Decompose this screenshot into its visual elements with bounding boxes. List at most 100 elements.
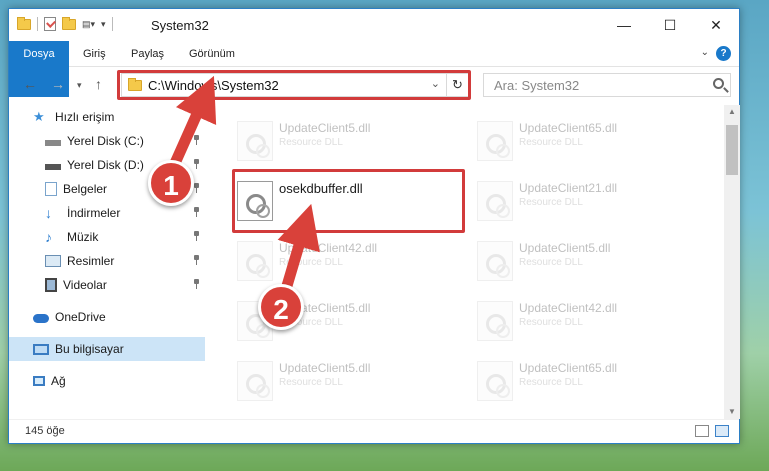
file-name: UpdateClient5.dll: [279, 361, 371, 375]
scroll-thumb[interactable]: [726, 125, 738, 175]
search-input[interactable]: Ara: System32: [483, 73, 731, 97]
address-highlight-box: [117, 70, 471, 100]
toolbar-divider: [111, 17, 113, 31]
navigation-pane: ★ Hızlı erişim Yerel Disk (C:) Yerel Dis…: [9, 105, 205, 415]
window-title: System32: [151, 18, 209, 33]
recent-locations-icon[interactable]: ▾: [77, 80, 82, 91]
file-name: UpdateClient5.dll: [519, 241, 611, 255]
pin-icon[interactable]: [193, 279, 201, 289]
pin-icon[interactable]: [193, 183, 201, 193]
scroll-up-icon[interactable]: ▲: [724, 105, 740, 119]
scroll-down-icon[interactable]: ▼: [724, 405, 740, 419]
sidebar-item-quick-access[interactable]: ★ Hızlı erişim: [9, 105, 205, 129]
status-bar: 145 öğe: [9, 419, 739, 443]
file-name: UpdateClient65.dll: [519, 361, 618, 375]
title-bar: ▤▾ ▾ System32 — ☐ ✕: [9, 9, 739, 41]
sidebar-item-music[interactable]: ♪ Müzik: [9, 225, 205, 249]
sidebar-item-this-pc[interactable]: Bu bilgisayar: [9, 337, 205, 361]
pin-icon[interactable]: [193, 207, 201, 217]
sidebar-item-label: İndirmeler: [67, 206, 121, 220]
explorer-window: ▤▾ ▾ System32 — ☐ ✕ Dosya Giriş Paylaş G…: [8, 8, 740, 444]
up-arrow-icon[interactable]: ↑: [95, 76, 102, 92]
close-button[interactable]: ✕: [693, 9, 739, 41]
documents-icon: [45, 182, 57, 196]
step-2-badge: 2: [258, 284, 304, 330]
cloud-icon: [33, 313, 49, 323]
sidebar-item-label: Hızlı erişim: [55, 110, 115, 124]
file-item[interactable]: UpdateClient42.dll Resource DLL: [475, 295, 705, 351]
tab-share[interactable]: Paylaş: [131, 41, 164, 67]
search-placeholder: Ara: System32: [494, 78, 580, 93]
quick-access-toolbar: ▤▾ ▾: [17, 16, 113, 31]
chevron-down-icon[interactable]: ▾: [101, 19, 106, 30]
sidebar-item-videos[interactable]: Videolar: [9, 273, 205, 297]
file-type: Resource DLL: [519, 257, 583, 268]
sidebar-item-pictures[interactable]: Resimler: [9, 249, 205, 273]
toolbar-divider: [37, 17, 38, 31]
pictures-icon: [45, 255, 61, 267]
download-icon: ↓: [45, 205, 52, 221]
folder-icon: [17, 16, 31, 30]
help-icon[interactable]: ?: [716, 46, 731, 61]
file-name: UpdateClient42.dll: [519, 301, 618, 315]
sidebar-item-label: Bu bilgisayar: [55, 342, 124, 356]
file-name: UpdateClient65.dll: [519, 121, 618, 135]
customize-toolbar-icon[interactable]: ▤▾: [82, 19, 95, 30]
file-item[interactable]: UpdateClient42.dll Resource DLL: [235, 235, 465, 291]
dll-file-icon: [237, 121, 273, 161]
search-icon: [713, 78, 724, 89]
file-item[interactable]: UpdateClient65.dll Resource DLL: [475, 355, 705, 411]
file-item[interactable]: UpdateClient65.dll Resource DLL: [475, 115, 705, 171]
dll-file-icon: [477, 241, 513, 281]
file-type: Resource DLL: [279, 377, 343, 388]
pin-icon[interactable]: [193, 255, 201, 265]
sidebar-item-local-disk-c[interactable]: Yerel Disk (C:): [9, 129, 205, 153]
file-type: Resource DLL: [519, 137, 583, 148]
minimize-button[interactable]: —: [601, 9, 647, 41]
video-icon: [45, 278, 57, 292]
file-item[interactable]: UpdateClient5.dll Resource DLL: [475, 235, 705, 291]
properties-icon[interactable]: [44, 17, 56, 31]
computer-icon: [33, 343, 49, 355]
new-folder-icon[interactable]: [62, 16, 76, 30]
network-icon: [33, 376, 45, 386]
star-icon: ★: [33, 109, 45, 124]
tab-home[interactable]: Giriş: [83, 41, 106, 67]
step-1-badge: 1: [148, 160, 194, 206]
file-list: UpdateClient5.dll Resource DLL UpdateCli…: [213, 105, 725, 415]
dll-file-icon: [237, 361, 273, 401]
maximize-button[interactable]: ☐: [647, 9, 693, 41]
sidebar-item-network[interactable]: Ağ: [9, 369, 205, 393]
details-view-icon[interactable]: [695, 425, 709, 437]
file-name: UpdateClient5.dll: [279, 121, 371, 135]
file-item[interactable]: UpdateClient5.dll Resource DLL: [235, 355, 465, 411]
file-type: Resource DLL: [519, 377, 583, 388]
back-arrow-icon[interactable]: ←: [23, 76, 37, 92]
drive-icon: [45, 164, 61, 170]
forward-arrow-icon[interactable]: →: [51, 76, 65, 92]
file-type: Resource DLL: [519, 197, 583, 208]
file-item[interactable]: UpdateClient5.dll Resource DLL: [235, 115, 465, 171]
file-highlight-box: [232, 169, 465, 233]
sidebar-item-label: Ağ: [51, 374, 66, 388]
pin-icon[interactable]: [193, 159, 201, 169]
expand-ribbon-icon[interactable]: ⌄: [701, 47, 709, 58]
dll-file-icon: [237, 241, 273, 281]
sidebar-item-label: Yerel Disk (C:): [67, 134, 144, 148]
drive-icon: [45, 140, 61, 146]
tab-view[interactable]: Görünüm: [189, 41, 235, 67]
item-count: 145 öğe: [25, 425, 65, 437]
sidebar-item-label: Yerel Disk (D:): [67, 158, 144, 172]
vertical-scrollbar[interactable]: ▲ ▼: [724, 105, 740, 419]
tiles-view-icon[interactable]: [715, 425, 729, 437]
music-icon: ♪: [45, 229, 52, 245]
file-type: Resource DLL: [519, 317, 583, 328]
file-item[interactable]: UpdateClient21.dll Resource DLL: [475, 175, 705, 231]
pin-icon[interactable]: [193, 135, 201, 145]
sidebar-item-onedrive[interactable]: OneDrive: [9, 305, 205, 329]
sidebar-item-label: Videolar: [63, 278, 107, 292]
sidebar-item-label: Resimler: [67, 254, 115, 268]
sidebar-item-label: Belgeler: [63, 182, 108, 196]
file-type: Resource DLL: [279, 137, 343, 148]
pin-icon[interactable]: [193, 231, 201, 241]
